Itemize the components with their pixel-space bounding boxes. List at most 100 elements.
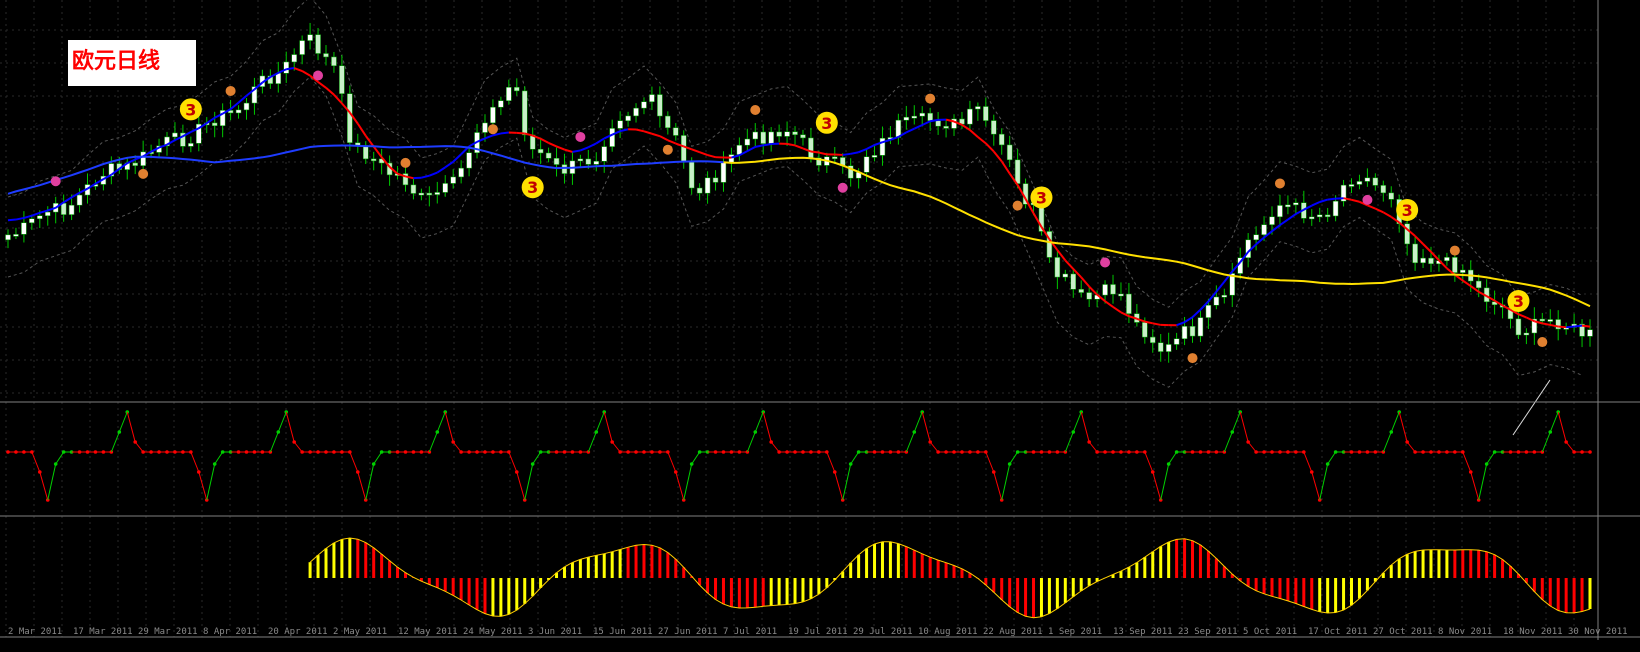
fast-ma-segment <box>842 152 851 156</box>
wave-marker-label: 3 <box>527 178 538 197</box>
candle-body <box>760 131 766 144</box>
candle-body <box>506 87 512 101</box>
swing-marker <box>1362 194 1373 205</box>
candle-body <box>1070 273 1077 290</box>
candle-body <box>1253 234 1259 241</box>
x-tick-label: 3 Jun 2011 <box>528 627 582 637</box>
candle-body <box>903 116 910 121</box>
candle-body <box>1197 317 1204 337</box>
candle-body <box>545 152 552 159</box>
candle-body <box>1364 177 1371 182</box>
fast-ma-segment <box>1581 324 1591 328</box>
candle-body <box>1126 293 1132 314</box>
x-tick-label: 29 Mar 2011 <box>138 627 198 637</box>
wave-marker-label: 3 <box>1402 201 1413 220</box>
candle-body <box>211 122 218 126</box>
x-tick-label: 12 May 2011 <box>398 627 458 637</box>
wave-marker-label: 3 <box>185 100 196 119</box>
candle-body <box>943 125 949 129</box>
candle-body <box>1452 257 1458 273</box>
candle-body <box>1547 319 1554 322</box>
wave-marker-label: 3 <box>1036 188 1047 207</box>
candle-body <box>21 222 27 235</box>
swing-marker <box>1537 337 1548 348</box>
candle-body <box>688 161 695 189</box>
x-tick-label: 19 Jul 2011 <box>788 627 848 637</box>
x-tick-label: 17 Oct 2011 <box>1308 627 1368 637</box>
swing-marker <box>225 85 236 96</box>
trading-chart[interactable]: 3 3 3 3 3 3 2 Mar 2011 17 Mar 2011 29 Mar 2011 8… <box>0 0 1640 652</box>
x-tick-label: 8 Apr 2011 <box>203 627 257 637</box>
candle-body <box>712 177 719 183</box>
candle-body <box>243 102 250 111</box>
candle-body <box>1110 284 1116 295</box>
candle-body <box>76 194 83 206</box>
fast-ma-segment <box>810 150 820 154</box>
candle-body <box>577 158 584 162</box>
candle-body <box>1515 318 1522 336</box>
wave-marker: 3 <box>815 111 838 134</box>
candle-body <box>1054 257 1061 278</box>
candle-body <box>339 65 345 94</box>
candle-body <box>537 148 544 154</box>
candle-body <box>927 112 933 121</box>
candle-body <box>1539 318 1546 322</box>
wave-marker: 3 <box>1507 289 1530 312</box>
candle-body <box>1332 200 1339 217</box>
candle-body <box>1372 177 1379 186</box>
candle-body <box>871 155 878 158</box>
candle-body <box>1118 293 1124 297</box>
candle-body <box>283 61 289 74</box>
candle-body <box>808 137 814 159</box>
x-tick-label: 10 Aug 2011 <box>918 627 978 637</box>
candle-body <box>29 218 35 224</box>
candle-body <box>1269 216 1275 225</box>
fast-ma-segment <box>1327 197 1336 201</box>
candle-body <box>983 106 989 121</box>
x-tick-label: 13 Sep 2011 <box>1113 627 1173 637</box>
candle-body <box>1205 304 1212 318</box>
candle-body <box>331 56 337 66</box>
candle-body <box>442 183 448 193</box>
candle-body <box>776 131 782 137</box>
fast-ma-segment <box>1558 325 1567 329</box>
candle-body <box>1356 181 1363 185</box>
candle-body <box>172 132 178 138</box>
candle-body <box>919 112 925 117</box>
candle-body <box>665 115 671 128</box>
candle-body <box>1078 289 1084 293</box>
candle-body <box>1420 257 1426 264</box>
candle-body <box>291 54 297 63</box>
swing-marker <box>50 176 61 187</box>
x-tick-label: 2 May 2011 <box>333 627 387 637</box>
swing-marker <box>575 131 586 142</box>
swing-marker <box>750 104 761 115</box>
candle-body <box>633 107 639 117</box>
candle-body <box>1157 342 1164 352</box>
candle-body <box>418 192 425 196</box>
candle-body <box>1261 224 1267 235</box>
candle-body <box>362 145 369 160</box>
candle-body <box>60 203 67 215</box>
x-tick-label: 27 Oct 2011 <box>1373 627 1433 637</box>
candle-body <box>1150 336 1156 343</box>
candle-body <box>1189 326 1196 337</box>
candle-body <box>323 53 329 58</box>
candle-body <box>1444 257 1450 261</box>
wave-marker-label: 3 <box>1513 292 1524 311</box>
candle-body <box>720 162 727 183</box>
candle-body <box>1285 204 1291 208</box>
x-tick-label: 15 Jun 2011 <box>593 627 653 637</box>
candle-body <box>466 152 472 169</box>
x-tick-label: 22 Aug 2011 <box>983 627 1043 637</box>
swing-marker <box>1187 353 1198 364</box>
oscillator-point <box>1588 450 1592 454</box>
x-tick-label: 17 Mar 2011 <box>73 627 133 637</box>
swing-marker <box>1449 245 1460 256</box>
fast-ma-segment <box>763 143 772 147</box>
candle-body <box>832 156 838 160</box>
candle-body <box>657 94 663 117</box>
candle-body <box>458 167 464 178</box>
candle-body <box>5 234 11 241</box>
candle-body <box>410 184 417 194</box>
